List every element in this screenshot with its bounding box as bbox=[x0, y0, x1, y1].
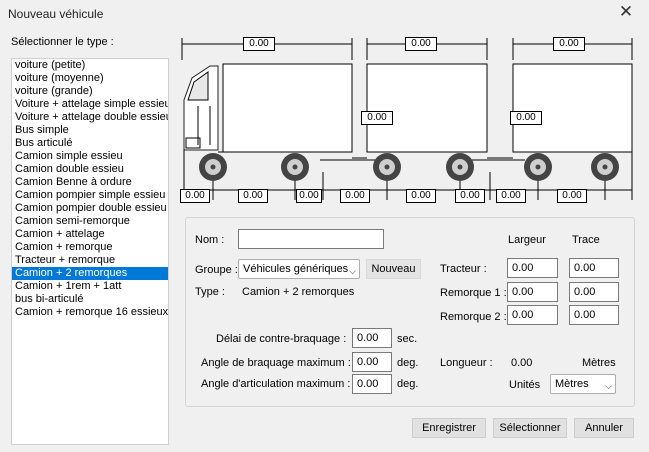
dim-top-trailer1-length[interactable]: 0.00 bbox=[405, 37, 437, 51]
dim-bottom-1[interactable]: 0.00 bbox=[180, 189, 210, 203]
countersteer-unit: sec. bbox=[397, 333, 418, 345]
trailer1-label: Remorque 1 : bbox=[440, 287, 507, 299]
wheel-icon bbox=[373, 153, 401, 181]
units-select[interactable]: Mètres ⌵ bbox=[550, 374, 616, 394]
maxsteer-unit: deg. bbox=[397, 357, 419, 369]
length-unit: Mètres bbox=[582, 357, 616, 369]
truck-box bbox=[222, 63, 353, 153]
units-select-value: Mètres bbox=[555, 378, 589, 390]
type-label: Type : bbox=[195, 286, 225, 298]
maxartic-unit: deg. bbox=[397, 378, 419, 390]
group-label: Groupe : bbox=[195, 264, 238, 276]
trailer1-width-input[interactable] bbox=[507, 282, 558, 302]
dim-bottom-7[interactable]: 0.00 bbox=[496, 189, 526, 203]
dim-hitch-2[interactable]: 0.00 bbox=[510, 111, 542, 125]
cancel-button[interactable]: Annuler bbox=[574, 418, 634, 438]
chevron-down-icon: ⌵ bbox=[605, 381, 612, 391]
type-value: Camion + 2 remorques bbox=[242, 286, 355, 298]
countersteer-input[interactable] bbox=[352, 328, 392, 348]
countersteer-label: Délai de contre-braquage : bbox=[216, 333, 347, 345]
tractor-width-input[interactable] bbox=[507, 258, 558, 278]
wheel-icon bbox=[591, 153, 619, 181]
group-select[interactable]: Véhicules génériques ⌵ bbox=[238, 259, 360, 279]
dim-hitch-1[interactable]: 0.00 bbox=[361, 111, 393, 125]
wheel-icon bbox=[199, 153, 227, 181]
dim-top-trailer2-length[interactable]: 0.00 bbox=[553, 37, 585, 51]
units-label: Unités bbox=[509, 379, 541, 391]
name-input[interactable] bbox=[238, 229, 384, 249]
dim-top-tractor-length[interactable]: 0.00 bbox=[243, 37, 275, 51]
length-value: 0.00 bbox=[511, 357, 533, 369]
trailer2-label: Remorque 2 : bbox=[440, 311, 507, 323]
dim-bottom-4[interactable]: 0.00 bbox=[340, 189, 370, 203]
trailer-1-box bbox=[366, 63, 488, 153]
group-select-value: Véhicules génériques bbox=[243, 263, 349, 275]
maxsteer-input[interactable] bbox=[352, 352, 392, 372]
maxartic-input[interactable] bbox=[352, 374, 392, 394]
select-button[interactable]: Sélectionner bbox=[493, 418, 567, 438]
trailer-2-box bbox=[512, 63, 633, 153]
dim-bottom-8[interactable]: 0.00 bbox=[557, 189, 587, 203]
dim-bottom-5[interactable]: 0.00 bbox=[406, 189, 436, 203]
track-header: Trace bbox=[572, 234, 600, 246]
wheels bbox=[199, 153, 619, 181]
name-label: Nom : bbox=[195, 234, 225, 246]
dim-bottom-3[interactable]: 0.00 bbox=[296, 189, 322, 203]
dim-bottom-2[interactable]: 0.00 bbox=[238, 189, 268, 203]
length-label: Longueur : bbox=[440, 357, 493, 369]
new-group-button[interactable]: Nouveau bbox=[366, 259, 421, 279]
dim-bottom-6[interactable]: 0.00 bbox=[455, 189, 485, 203]
save-button[interactable]: Enregistrer bbox=[412, 418, 486, 438]
wheel-icon bbox=[524, 153, 552, 181]
trailer2-track-input[interactable] bbox=[569, 305, 619, 325]
trailer1-track-input[interactable] bbox=[569, 282, 619, 302]
maxsteer-label: Angle de braquage maximum : bbox=[201, 357, 351, 369]
tractor-track-input[interactable] bbox=[569, 258, 619, 278]
chevron-down-icon: ⌵ bbox=[349, 266, 356, 276]
trailer2-width-input[interactable] bbox=[507, 305, 558, 325]
width-header: Largeur bbox=[508, 234, 546, 246]
maxartic-label: Angle d'articulation maximum : bbox=[201, 378, 351, 390]
wheel-icon bbox=[281, 153, 309, 181]
wheel-icon bbox=[446, 153, 474, 181]
tractor-label: Tracteur : bbox=[440, 263, 487, 275]
